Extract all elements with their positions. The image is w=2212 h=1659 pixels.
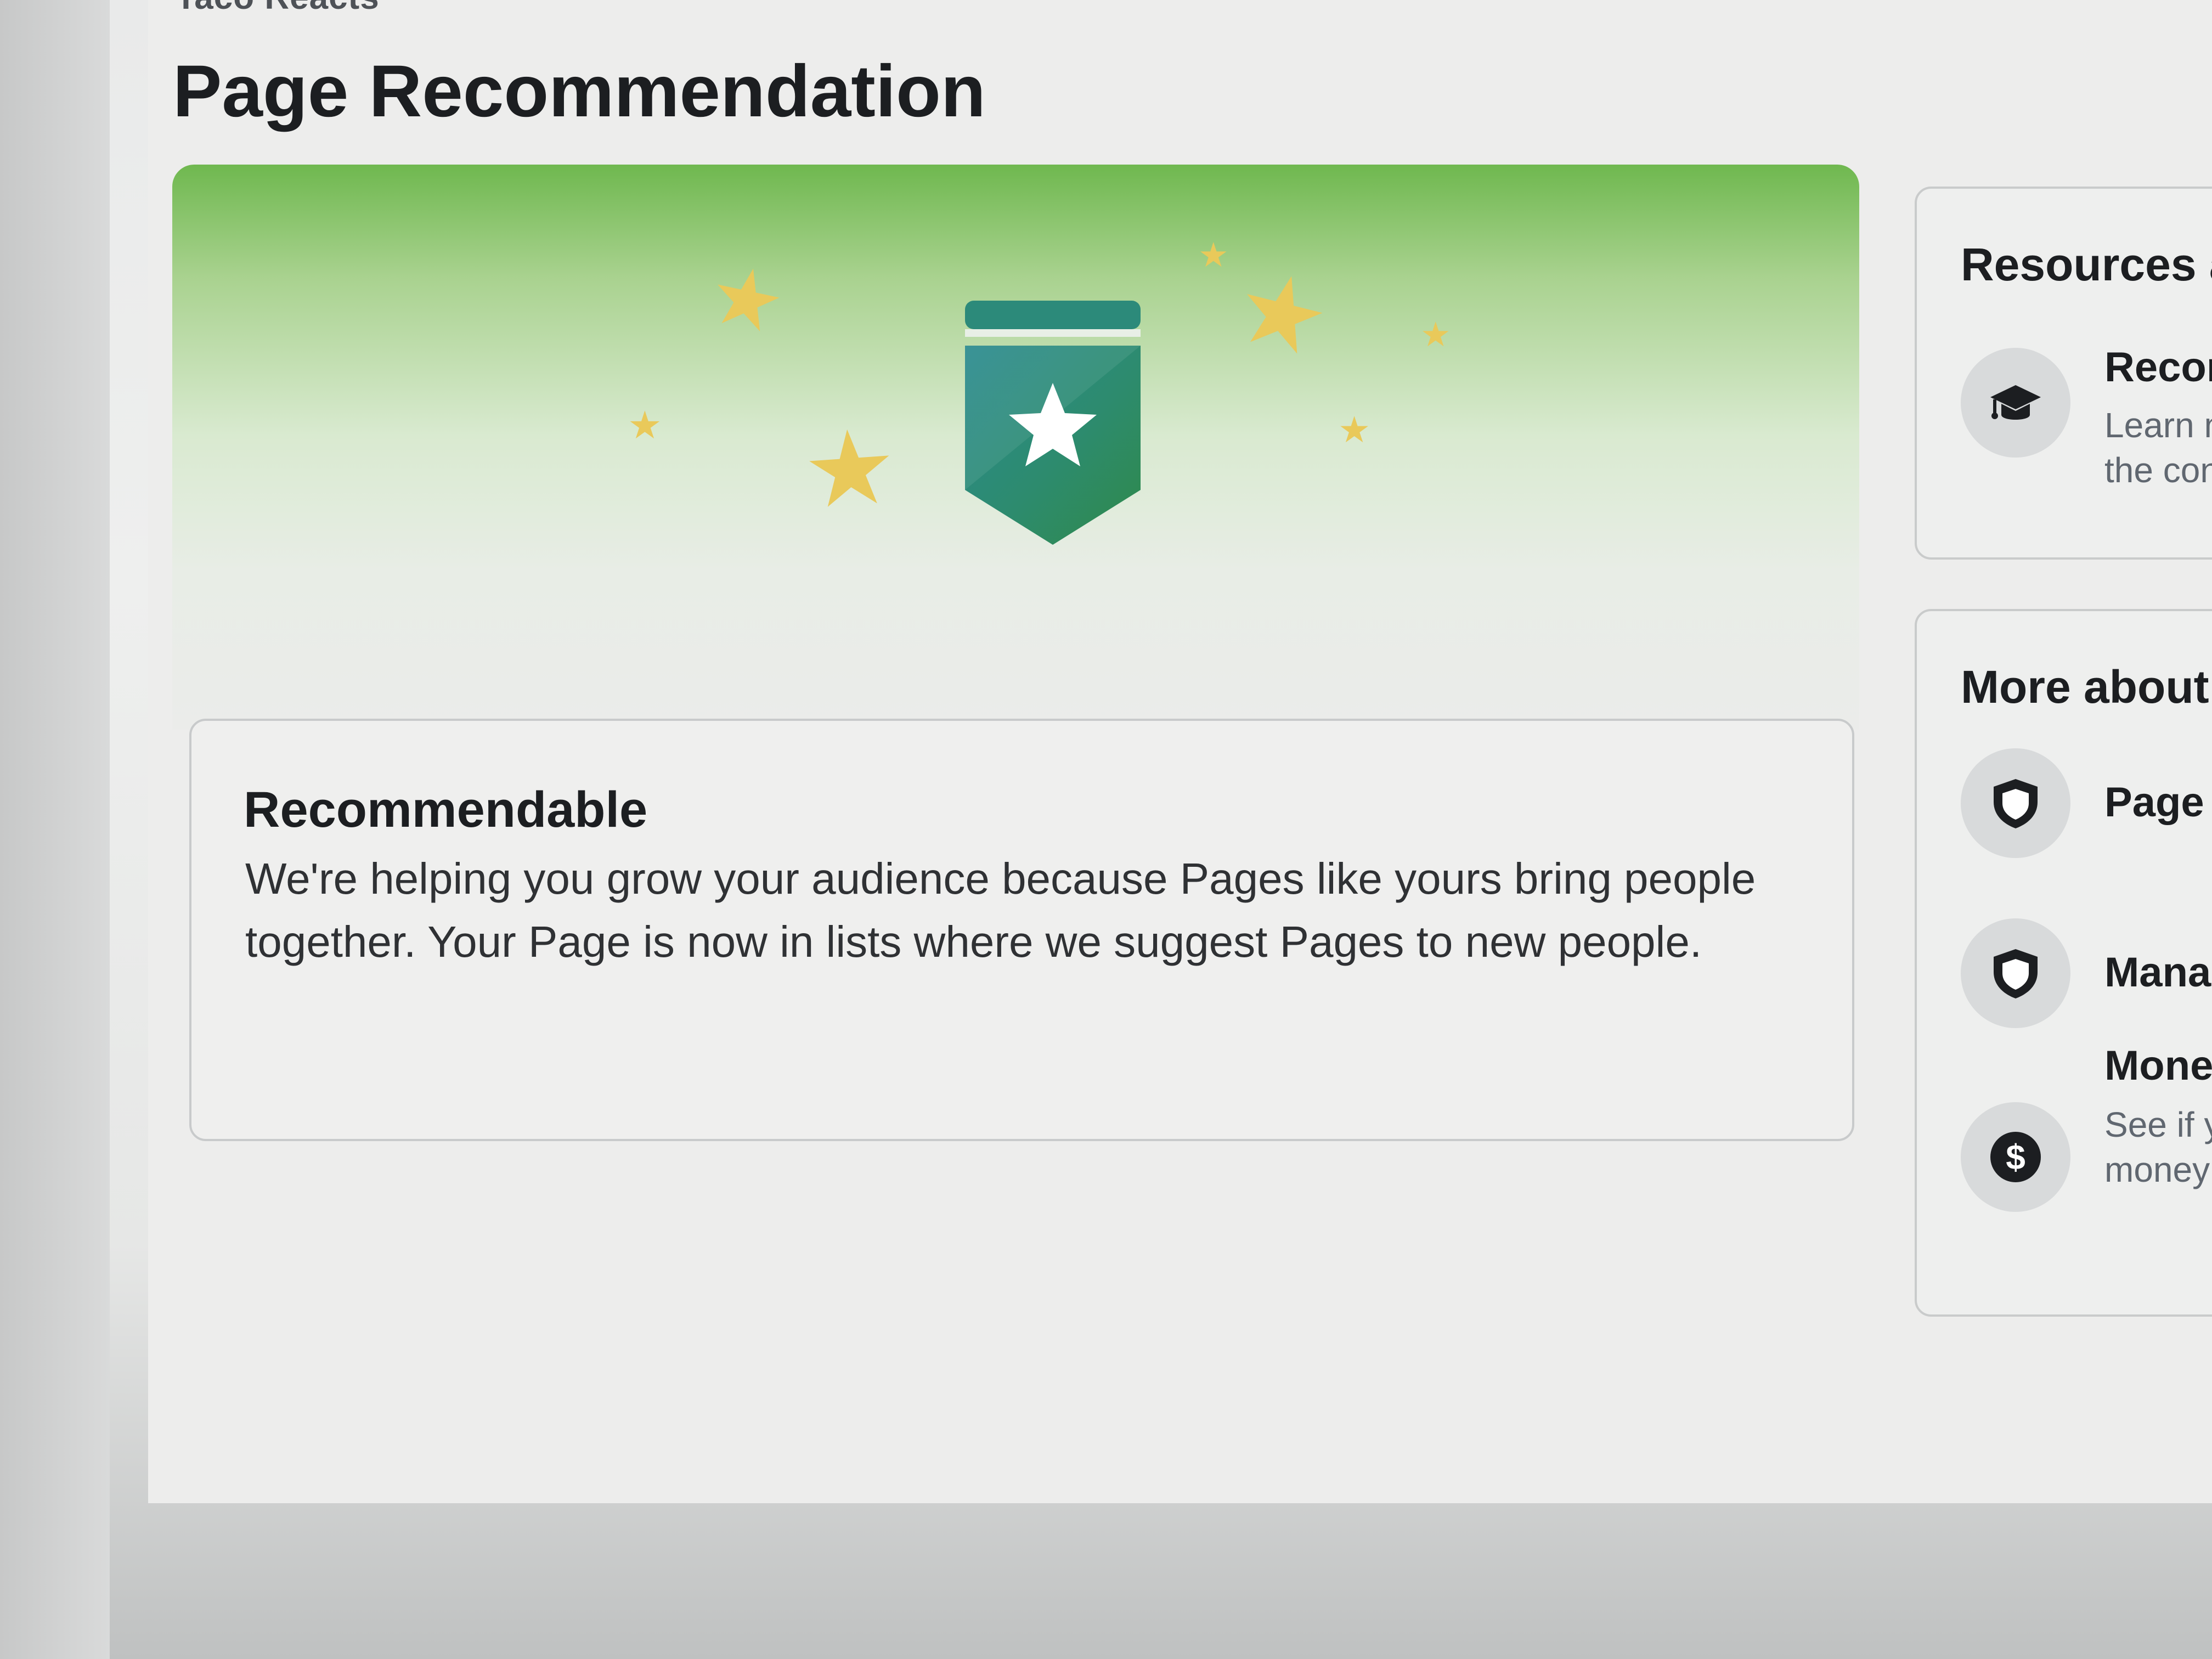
recommendation-badge-icon <box>965 301 1141 545</box>
resource-item-desc-line2: the con <box>2104 450 2212 490</box>
icon-circle: $ <box>1961 1102 2070 1212</box>
svg-text:$: $ <box>2006 1137 2025 1177</box>
hero-banner: ★ ★ ★ ★ ★ ★ ★ <box>172 165 1859 730</box>
icon-circle <box>1961 348 2070 458</box>
star-icon: ★ <box>1420 316 1451 354</box>
resource-item-desc-line1: Learn m <box>2104 405 2212 445</box>
shield-icon <box>1994 779 2038 828</box>
more-about-item-desc-line2: money <box>2104 1150 2210 1189</box>
dollar-icon: $ <box>1990 1132 2041 1182</box>
star-icon: ★ <box>628 404 662 447</box>
shield-icon <box>1994 949 2038 998</box>
status-title: Recommendable <box>244 782 648 838</box>
more-about-card: More about Page S Manag <box>1915 609 2212 1317</box>
star-icon: ★ <box>1338 409 1371 450</box>
more-about-item-title: Manag <box>2104 949 2212 996</box>
graduation-cap-icon <box>1990 385 2041 420</box>
screen-edge <box>0 0 110 1659</box>
icon-circle <box>1961 748 2070 858</box>
recommendation-status-card: Recommendable We're helping you grow you… <box>189 719 1854 1141</box>
more-about-heading: More about <box>1961 661 2209 713</box>
page-title: Page Recommendation <box>173 50 986 132</box>
more-about-item-desc-line1: See if yo <box>2104 1105 2212 1144</box>
more-about-item-title: Monet <box>2104 1042 2212 1089</box>
star-icon: ★ <box>1198 236 1229 274</box>
page-name[interactable]: Taco Reacts <box>176 0 380 17</box>
more-about-item-title: Page S <box>2104 779 2212 826</box>
resources-card: Resources a Recom Learn m the con <box>1915 187 2212 560</box>
resource-item-title: Recom <box>2104 344 2212 391</box>
star-icon: ★ <box>701 246 793 352</box>
resources-heading: Resources a <box>1961 239 2212 290</box>
star-icon: ★ <box>1224 248 1340 380</box>
status-description: We're helping you grow your audience bec… <box>245 854 1756 966</box>
screen: Taco Reacts Page Recommendation ★ ★ ★ ★ … <box>0 0 2212 1659</box>
star-icon: ★ <box>799 408 901 531</box>
icon-circle <box>1961 918 2070 1028</box>
